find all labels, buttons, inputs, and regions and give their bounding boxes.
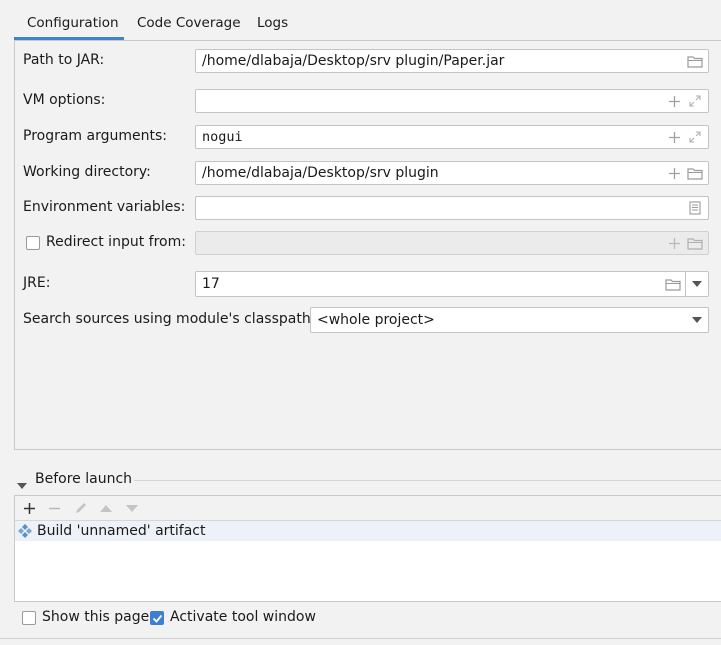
program-arguments-value: nogui xyxy=(202,129,243,145)
working-directory-field[interactable]: /home/dlabaja/Desktop/srv plugin xyxy=(195,161,709,185)
move-up-icon[interactable] xyxy=(98,500,114,516)
plus-icon xyxy=(666,235,682,251)
path-to-jar-field[interactable]: /home/dlabaja/Desktop/srv plugin/Paper.j… xyxy=(195,49,709,73)
environment-variables-label: Environment variables: xyxy=(23,199,186,215)
program-arguments-label: Program arguments: xyxy=(23,128,167,144)
activate-tool-window-checkbox[interactable] xyxy=(150,611,164,625)
artifact-icon xyxy=(18,524,32,542)
folder-icon[interactable] xyxy=(687,53,703,69)
vm-options-field[interactable] xyxy=(195,89,709,113)
tab-logs[interactable]: Logs xyxy=(257,0,288,40)
working-directory-value: /home/dlabaja/Desktop/srv plugin xyxy=(202,165,439,181)
plus-icon[interactable] xyxy=(666,165,682,181)
path-to-jar-value: /home/dlabaja/Desktop/srv plugin/Paper.j… xyxy=(202,53,505,69)
jre-combo[interactable]: 17 xyxy=(195,271,709,297)
move-down-icon[interactable] xyxy=(124,500,140,516)
chevron-down-icon[interactable] xyxy=(686,308,708,332)
jre-value: 17 xyxy=(202,276,220,292)
bottom-divider xyxy=(0,638,721,639)
before-launch-list: Build 'unnamed' artifact xyxy=(14,495,721,602)
edit-icon[interactable] xyxy=(73,500,89,516)
search-sources-value: <whole project> xyxy=(317,312,435,328)
list-item[interactable]: Build 'unnamed' artifact xyxy=(15,521,721,541)
path-to-jar-label: Path to JAR: xyxy=(23,52,105,68)
redirect-input-label: Redirect input from: xyxy=(46,234,186,250)
tab-bar: Configuration Code Coverage Logs xyxy=(0,0,721,40)
plus-icon[interactable] xyxy=(666,93,682,109)
working-directory-label: Working directory: xyxy=(23,164,151,180)
search-sources-combo[interactable]: <whole project> xyxy=(310,307,709,333)
expand-icon[interactable] xyxy=(687,93,703,109)
search-sources-label: Search sources using module's classpath: xyxy=(23,311,316,327)
document-icon[interactable] xyxy=(687,200,703,216)
before-launch-title: Before launch xyxy=(35,471,133,487)
separator xyxy=(134,480,721,481)
tab-code-coverage[interactable]: Code Coverage xyxy=(137,0,241,40)
environment-variables-field[interactable] xyxy=(195,196,709,220)
program-arguments-field[interactable]: nogui xyxy=(195,125,709,149)
folder-icon[interactable] xyxy=(687,165,703,181)
redirect-input-field xyxy=(195,231,709,255)
before-launch-toolbar xyxy=(15,496,721,521)
chevron-down-icon[interactable] xyxy=(686,272,708,296)
add-icon[interactable] xyxy=(21,500,37,516)
collapse-arrow-icon[interactable] xyxy=(17,477,27,493)
launch-item-label: Build 'unnamed' artifact xyxy=(37,523,206,539)
before-launch-header[interactable]: Before launch xyxy=(14,470,721,490)
show-this-page-checkbox[interactable] xyxy=(22,611,36,625)
show-this-page-label: Show this page xyxy=(42,609,150,625)
plus-icon[interactable] xyxy=(666,129,682,145)
remove-icon[interactable] xyxy=(46,500,62,516)
folder-icon[interactable] xyxy=(665,276,681,292)
activate-tool-window-label: Activate tool window xyxy=(170,609,316,625)
vm-options-label: VM options: xyxy=(23,92,106,108)
redirect-input-checkbox[interactable] xyxy=(26,236,40,250)
expand-icon[interactable] xyxy=(687,129,703,145)
tab-configuration[interactable]: Configuration xyxy=(14,0,124,40)
jre-label: JRE: xyxy=(23,275,51,291)
folder-icon xyxy=(687,235,703,251)
